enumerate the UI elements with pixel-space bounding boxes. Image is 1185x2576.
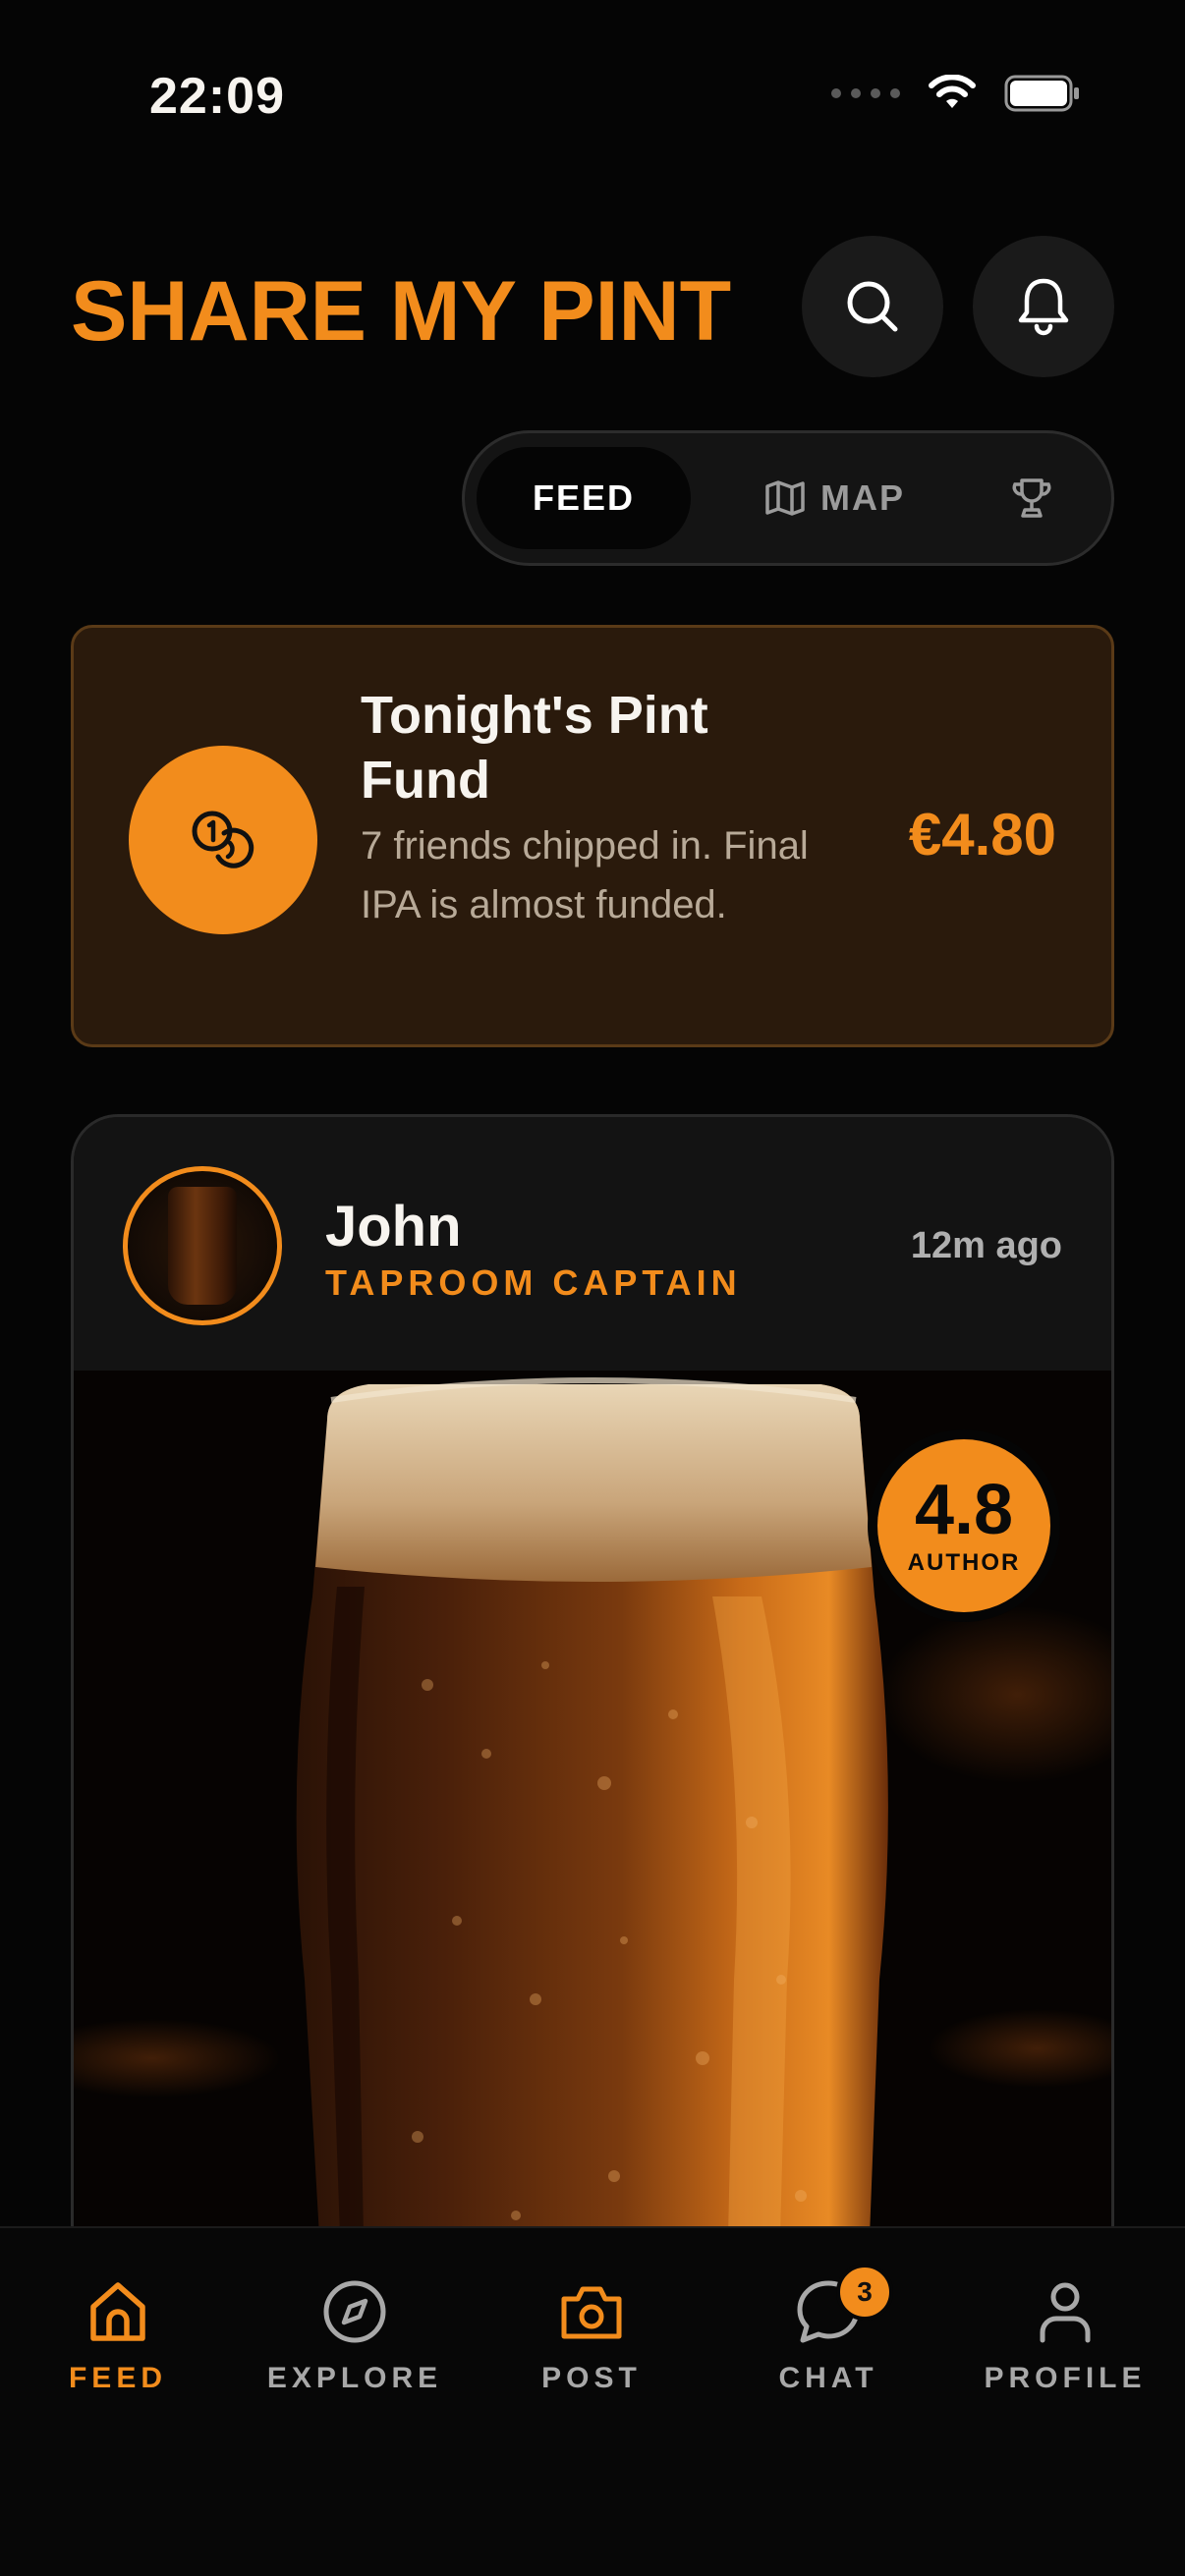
coins-icon: [192, 811, 254, 868]
fund-amount: €4.80: [908, 802, 1056, 868]
status-icons: [831, 75, 1081, 112]
app-title: SHARE MY PINT: [71, 264, 732, 359]
post-timestamp: 12m ago: [910, 1225, 1062, 1266]
search-icon: [847, 281, 898, 332]
map-icon: [765, 480, 805, 516]
nav-item-post[interactable]: POST: [474, 2277, 709, 2395]
tab-map-label: MAP: [820, 477, 905, 518]
pint-fund-card[interactable]: Tonight's Pint Fund 7 friends chipped in…: [71, 625, 1114, 1047]
camera-icon: [561, 2286, 622, 2339]
nav-label-chat: CHAT: [778, 2362, 878, 2394]
home-icon: [90, 2282, 145, 2341]
tab-leaderboard[interactable]: [978, 447, 1086, 549]
post-header: John TAPROOM CAPTAIN 12m ago: [74, 1117, 1111, 1371]
tab-feed[interactable]: FEED: [477, 447, 691, 549]
rating-label: AUTHOR: [907, 1549, 1021, 1576]
view-segmented-control: FEED MAP: [462, 430, 1114, 566]
fund-description: 7 friends chipped in. Final IPA is almos…: [361, 824, 809, 926]
nav-label-profile: PROFILE: [984, 2362, 1147, 2394]
tab-map[interactable]: MAP: [726, 447, 942, 549]
author-role: TAPROOM CAPTAIN: [325, 1262, 742, 1303]
nav-item-profile[interactable]: PROFILE: [947, 2277, 1183, 2395]
status-bar: 22:09: [0, 0, 1185, 187]
rating-value: 4.8: [914, 1471, 1014, 1549]
nav-label-explore: EXPLORE: [266, 2362, 443, 2394]
coins-icon-badge: [129, 746, 317, 934]
fund-title: Tonight's Pint Fund: [361, 686, 708, 810]
avatar[interactable]: [123, 1166, 282, 1325]
avatar-pint-image: [168, 1187, 237, 1305]
trophy-icon: [1012, 478, 1051, 518]
status-time: 22:09: [149, 68, 285, 125]
nav-item-feed[interactable]: FEED: [0, 2277, 236, 2395]
bottom-navigation: FEED EXPLORE POST 3 CHAT PROFILE: [0, 2226, 1185, 2576]
battery-icon: [1004, 75, 1079, 112]
tab-feed-label: FEED: [532, 477, 635, 518]
notifications-button[interactable]: [973, 236, 1114, 377]
bell-icon: [1018, 278, 1069, 336]
compass-icon: [323, 2280, 386, 2343]
author-rating-badge: 4.8 AUTHOR: [868, 1429, 1060, 1622]
nav-item-chat[interactable]: 3 CHAT: [710, 2264, 946, 2395]
nav-item-explore[interactable]: EXPLORE: [237, 2277, 473, 2395]
chat-unread-badge: 3: [836, 2264, 893, 2321]
nav-label-feed: FEED: [68, 2362, 167, 2394]
person-icon: [1040, 2282, 1091, 2343]
author-rating-inner: 4.8 AUTHOR: [877, 1439, 1050, 1612]
author-name[interactable]: John: [325, 1194, 462, 1260]
cellular-signal-icon: [831, 88, 900, 98]
nav-label-post: POST: [541, 2362, 642, 2394]
search-button[interactable]: [802, 236, 943, 377]
wifi-icon: [929, 75, 976, 108]
